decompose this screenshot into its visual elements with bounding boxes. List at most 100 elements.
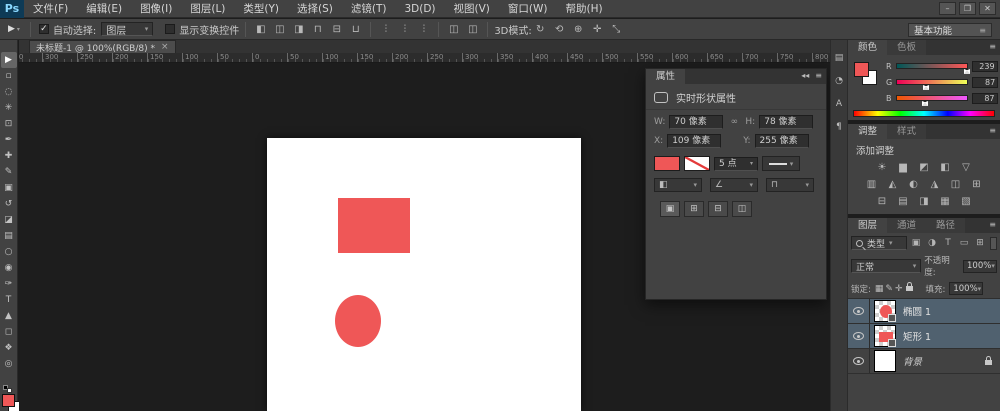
- lock-all-icon[interactable]: [906, 286, 913, 291]
- selective-color-icon[interactable]: ▧: [959, 195, 974, 208]
- curves-icon[interactable]: ◩: [917, 161, 932, 174]
- distribute-h-icon[interactable]: ◫: [445, 22, 462, 37]
- menu-layer[interactable]: 图层(L): [181, 0, 234, 18]
- blue-value[interactable]: 87: [972, 93, 998, 104]
- brightness-contrast-icon[interactable]: ☀: [875, 161, 890, 174]
- align-top-icon[interactable]: ⊓: [309, 22, 326, 37]
- visibility-cell[interactable]: [848, 299, 870, 323]
- threshold-icon[interactable]: ◨: [917, 195, 932, 208]
- swap-colors-icon[interactable]: [7, 388, 12, 393]
- distribute-middle-icon[interactable]: ⫶: [396, 22, 413, 37]
- 3d-slide-icon[interactable]: ✛: [589, 22, 606, 37]
- menu-edit[interactable]: 编辑(E): [77, 0, 131, 18]
- document-canvas[interactable]: [267, 138, 581, 411]
- red-slider-thumb[interactable]: [964, 69, 970, 74]
- panel-menu-icon[interactable]: ≡: [815, 71, 822, 80]
- 3d-roll-icon[interactable]: ⟲: [551, 22, 568, 37]
- collapse-panel-icon[interactable]: ◂◂: [801, 71, 809, 80]
- move-tool[interactable]: ▶: [1, 52, 17, 68]
- fill-color-swatch[interactable]: [654, 156, 680, 171]
- stroke-width-field[interactable]: 5 点▾: [714, 157, 758, 171]
- tab-channels[interactable]: 通道: [887, 218, 926, 233]
- menu-3d[interactable]: 3D(D): [395, 0, 444, 18]
- blend-mode-dropdown[interactable]: 正常: [851, 259, 921, 273]
- info-panel-icon[interactable]: ◔: [831, 73, 847, 89]
- distribute-bottom-icon[interactable]: ⫶: [415, 22, 432, 37]
- blue-slider[interactable]: [896, 95, 968, 101]
- document-tab[interactable]: 未标题-1 @ 100%(RGB/8) * ×: [29, 40, 176, 53]
- eye-icon[interactable]: [853, 357, 864, 365]
- lock-transparency-icon[interactable]: ▦: [875, 284, 884, 294]
- align-h-center-icon[interactable]: ◫: [271, 22, 288, 37]
- type-tool[interactable]: T: [1, 292, 17, 308]
- tab-adjustments[interactable]: 调整: [848, 124, 887, 139]
- menu-select[interactable]: 选择(S): [288, 0, 342, 18]
- stroke-corner-icon[interactable]: ⊓: [766, 178, 814, 192]
- tab-styles[interactable]: 样式: [887, 124, 926, 139]
- panel-menu-icon[interactable]: ≡: [989, 42, 996, 51]
- combine-shapes-icon[interactable]: ▣: [660, 201, 680, 217]
- layer-row-background[interactable]: 背景: [848, 349, 1000, 374]
- filter-pixel-layers-icon[interactable]: ▣: [909, 237, 923, 250]
- paragraph-panel-icon[interactable]: ¶: [831, 119, 847, 135]
- filter-type-layers-icon[interactable]: T: [941, 237, 955, 250]
- fill-field[interactable]: 100%: [949, 282, 983, 295]
- menu-window[interactable]: 窗口(W): [499, 0, 557, 18]
- filter-type-dropdown[interactable]: 类型: [851, 236, 907, 250]
- ellipse-shape[interactable]: [335, 295, 381, 347]
- dodge-tool[interactable]: ◉: [1, 260, 17, 276]
- filter-toggle[interactable]: [990, 237, 997, 250]
- menu-filter[interactable]: 滤镜(T): [342, 0, 396, 18]
- stroke-align-icon[interactable]: ◧: [654, 178, 702, 192]
- auto-select-target-dropdown[interactable]: 图层: [101, 22, 153, 36]
- panel-menu-icon[interactable]: ≡: [989, 220, 996, 229]
- visibility-cell[interactable]: [848, 349, 870, 373]
- filter-adjustment-layers-icon[interactable]: ◑: [925, 237, 939, 250]
- shape-tool[interactable]: ◻: [1, 324, 17, 340]
- width-field[interactable]: 70 像素: [669, 115, 723, 129]
- red-slider[interactable]: [896, 63, 968, 69]
- tab-color[interactable]: 颜色: [848, 40, 887, 55]
- gradient-tool[interactable]: ▤: [1, 228, 17, 244]
- green-slider-thumb[interactable]: [923, 85, 929, 90]
- photo-filter-icon[interactable]: ◮: [927, 178, 942, 191]
- menu-help[interactable]: 帮助(H): [557, 0, 612, 18]
- close-button[interactable]: ✕: [979, 2, 996, 15]
- visibility-cell[interactable]: [848, 324, 870, 348]
- filter-shape-layers-icon[interactable]: ▭: [957, 237, 971, 250]
- lasso-tool[interactable]: ◌: [1, 84, 17, 100]
- clone-stamp-tool[interactable]: ▣: [1, 180, 17, 196]
- color-lookup-icon[interactable]: ⊞: [969, 178, 984, 191]
- marquee-tool[interactable]: ▫: [1, 68, 17, 84]
- layer-row-ellipse[interactable]: 椭圆 1: [848, 299, 1000, 324]
- brush-tool[interactable]: ✎: [1, 164, 17, 180]
- eye-icon[interactable]: [853, 307, 864, 315]
- crop-tool[interactable]: ⊡: [1, 116, 17, 132]
- align-bottom-icon[interactable]: ⊔: [347, 22, 364, 37]
- green-slider[interactable]: [896, 79, 968, 85]
- layer-row-rectangle[interactable]: 矩形 1: [848, 324, 1000, 349]
- x-field[interactable]: 109 像素: [667, 134, 721, 148]
- posterize-icon[interactable]: ▤: [896, 195, 911, 208]
- intersect-shapes-icon[interactable]: ⊟: [708, 201, 728, 217]
- path-selection-tool[interactable]: ▲: [1, 308, 17, 324]
- foreground-color-swatch[interactable]: [2, 394, 15, 407]
- eyedropper-tool[interactable]: ✒: [1, 132, 17, 148]
- layer-thumbnail[interactable]: [874, 350, 896, 372]
- layer-thumbnail[interactable]: [874, 300, 896, 322]
- history-brush-tool[interactable]: ↺: [1, 196, 17, 212]
- black-white-icon[interactable]: ◐: [906, 178, 921, 191]
- layer-name[interactable]: 矩形 1: [903, 329, 931, 343]
- menu-type[interactable]: 类型(Y): [234, 0, 288, 18]
- show-transform-checkbox[interactable]: [165, 24, 175, 34]
- character-panel-icon[interactable]: A: [831, 96, 847, 112]
- tab-properties[interactable]: 属性: [646, 69, 685, 84]
- stroke-color-swatch[interactable]: [684, 156, 710, 171]
- invert-icon[interactable]: ⊟: [875, 195, 890, 208]
- stroke-type-dropdown[interactable]: [762, 156, 800, 171]
- align-left-icon[interactable]: ◧: [252, 22, 269, 37]
- lock-position-icon[interactable]: ✛: [895, 284, 903, 294]
- rectangle-shape[interactable]: [338, 198, 410, 253]
- stroke-cap-icon[interactable]: ∠: [710, 178, 758, 192]
- foreground-color-chip[interactable]: [854, 62, 869, 77]
